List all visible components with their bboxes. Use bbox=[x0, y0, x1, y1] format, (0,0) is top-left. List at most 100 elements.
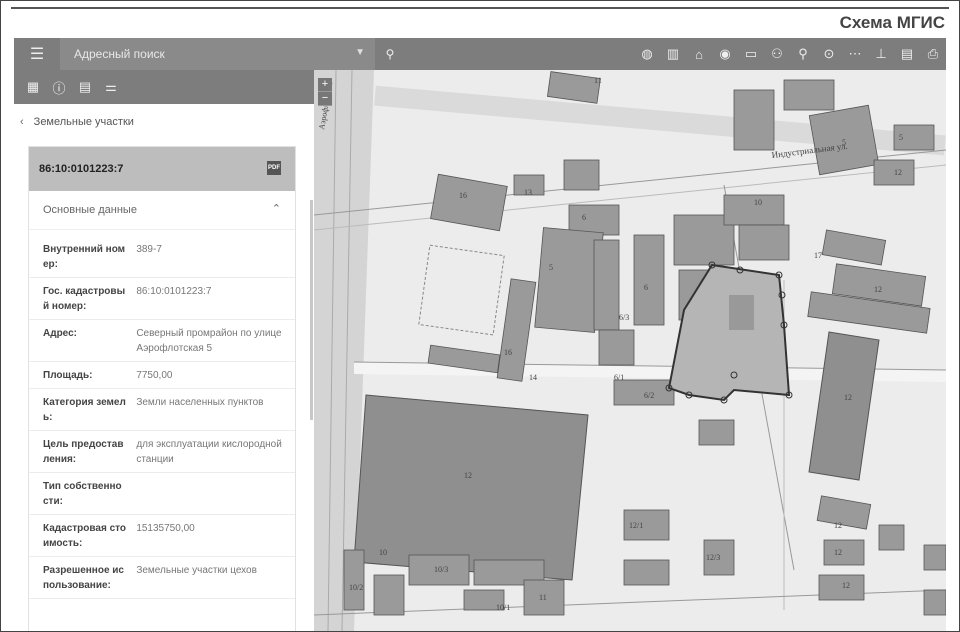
attribute-row: Категория земель: Земли населенных пункто… bbox=[29, 389, 295, 431]
svg-text:11: 11 bbox=[594, 76, 602, 85]
list-icon[interactable]: ▤ bbox=[72, 79, 98, 95]
attribute-row: Гос. кадастровый номер: 86:10:0101223:7 bbox=[29, 278, 295, 320]
svg-text:12/3: 12/3 bbox=[706, 553, 720, 562]
pdf-export-icon[interactable]: PDF bbox=[267, 161, 281, 175]
attribute-row: Площадь: 7750,00 bbox=[29, 362, 295, 389]
chevron-up-icon[interactable]: ⌃ bbox=[272, 202, 281, 215]
back-arrow-icon[interactable]: ‹ bbox=[20, 116, 24, 128]
svg-text:14: 14 bbox=[529, 373, 537, 382]
image-caption: Схема МГИС bbox=[839, 13, 945, 32]
attribute-value: для эксплуатации кислородной станции bbox=[136, 439, 282, 465]
attribute-row: Внутренний номер: 389-7 bbox=[29, 236, 295, 278]
info-icon[interactable]: ⓘ bbox=[46, 78, 72, 97]
attribute-key: Разрешенное использование: bbox=[43, 565, 124, 591]
svg-text:6: 6 bbox=[644, 283, 648, 292]
attribute-key: Внутренний номер: bbox=[43, 244, 126, 270]
attribute-key: Тип собственности: bbox=[43, 481, 122, 507]
svg-text:12: 12 bbox=[842, 581, 850, 590]
grid-icon[interactable]: ▦ bbox=[20, 79, 46, 95]
pin-icon[interactable]: ⚲ bbox=[790, 46, 816, 62]
attribute-key: Кадастровая стоимость: bbox=[43, 523, 126, 549]
person-pin-icon[interactable]: ◉ bbox=[712, 46, 738, 62]
zoom-in-button[interactable]: + bbox=[318, 78, 332, 92]
svg-text:13: 13 bbox=[524, 188, 532, 197]
attribute-rows: Внутренний номер: 389-7 Гос. кадастровый … bbox=[29, 230, 295, 599]
sidebar-scrollbar[interactable] bbox=[310, 200, 313, 420]
attribute-value: 15135750,00 bbox=[136, 523, 195, 534]
map-canvas[interactable]: Индустриальная ул. Аэрофлотская 121212 1… bbox=[314, 70, 946, 631]
svg-text:10/1: 10/1 bbox=[496, 603, 510, 612]
svg-text:10/2: 10/2 bbox=[349, 583, 363, 592]
svg-text:12/1: 12/1 bbox=[629, 521, 643, 530]
svg-text:12: 12 bbox=[834, 548, 842, 557]
zoom-controls: + − bbox=[318, 78, 332, 106]
pdf-icon[interactable]: ▤ bbox=[894, 46, 920, 62]
attribute-row: Кадастровая стоимость: 15135750,00 bbox=[29, 515, 295, 557]
svg-text:6/2: 6/2 bbox=[644, 391, 654, 400]
svg-text:10/3: 10/3 bbox=[434, 565, 448, 574]
svg-text:5: 5 bbox=[899, 133, 903, 142]
address-search[interactable]: ▼ bbox=[60, 38, 375, 70]
sliders-icon[interactable]: ⚌ bbox=[98, 79, 124, 95]
buildings-icon[interactable]: ▥ bbox=[660, 46, 686, 62]
parcel-card: 86:10:0101223:7 PDF Основные данные ⌃ Вн… bbox=[28, 146, 296, 631]
svg-text:11: 11 bbox=[539, 593, 547, 602]
attribute-row: Разрешенное использование: Земельные учас… bbox=[29, 557, 295, 599]
svg-text:16: 16 bbox=[459, 191, 467, 200]
map-view[interactable]: Индустриальная ул. Аэрофлотская 121212 1… bbox=[314, 70, 946, 631]
svg-text:5: 5 bbox=[842, 138, 846, 147]
search-icon[interactable]: ⚲ bbox=[375, 47, 405, 61]
menu-icon[interactable]: ☰ bbox=[14, 38, 60, 70]
breadcrumb: ‹ Земельные участки bbox=[14, 108, 314, 136]
svg-text:17: 17 bbox=[814, 251, 822, 260]
top-toolbar: ☰ ▼ ⚲ ◍ ▥ ⌂ ◉ ▭ ⚇ ⚲ ⊙ ⋯ ⊥ ▤ ⎙ bbox=[14, 38, 946, 70]
top-rule bbox=[11, 7, 949, 9]
zoom-out-button[interactable]: − bbox=[318, 92, 332, 106]
attribute-value: Северный промрайон по улице Аэрофлотская… bbox=[136, 328, 282, 354]
parcel-card-header: 86:10:0101223:7 PDF bbox=[29, 147, 295, 191]
attribute-key: Гос. кадастровый номер: bbox=[43, 286, 126, 312]
ruler-icon[interactable]: ⊥ bbox=[868, 46, 894, 62]
search-dropdown-icon[interactable]: ▼ bbox=[355, 47, 365, 58]
screenshot-frame: Схема МГИС ☰ ▼ ⚲ ◍ ▥ ⌂ ◉ ▭ ⚇ ⚲ ⊙ ⋯ ⊥ ▤ ⎙… bbox=[0, 0, 960, 632]
svg-text:6/3: 6/3 bbox=[619, 313, 629, 322]
svg-text:12: 12 bbox=[894, 168, 902, 177]
svg-text:12: 12 bbox=[464, 471, 472, 480]
parcel-id: 86:10:0101223:7 bbox=[39, 163, 124, 175]
svg-text:16: 16 bbox=[504, 348, 512, 357]
people-icon[interactable]: ⚇ bbox=[764, 46, 790, 62]
sidebar-tabs: ▦ ⓘ ▤ ⚌ bbox=[14, 70, 314, 104]
attribute-key: Категория земель: bbox=[43, 397, 126, 423]
attribute-row: Тип собственности: bbox=[29, 473, 295, 515]
attribute-value: Земли населенных пунктов bbox=[136, 397, 264, 408]
target-icon[interactable]: ⊙ bbox=[816, 46, 842, 62]
attribute-key: Площадь: bbox=[43, 370, 93, 381]
svg-text:10: 10 bbox=[379, 548, 387, 557]
attribute-key: Цель предоставления: bbox=[43, 439, 124, 465]
attribute-value: 389-7 bbox=[136, 244, 162, 255]
svg-text:12: 12 bbox=[834, 521, 842, 530]
svg-text:5: 5 bbox=[549, 263, 553, 272]
svg-text:6/1: 6/1 bbox=[614, 373, 624, 382]
address-search-input[interactable] bbox=[72, 46, 316, 62]
attribute-row: Адрес: Северный промрайон по улице Аэрофл… bbox=[29, 320, 295, 362]
attribute-value: Земельные участки цехов bbox=[136, 565, 257, 576]
svg-text:6: 6 bbox=[582, 213, 586, 222]
section-header[interactable]: Основные данные ⌃ bbox=[29, 191, 295, 230]
home-icon[interactable]: ⌂ bbox=[686, 47, 712, 62]
attribute-key: Адрес: bbox=[43, 328, 77, 339]
svg-text:12: 12 bbox=[874, 285, 882, 294]
attribute-value bbox=[126, 479, 295, 509]
svg-text:10: 10 bbox=[754, 198, 762, 207]
map-tools: ◍ ▥ ⌂ ◉ ▭ ⚇ ⚲ ⊙ ⋯ ⊥ ▤ ⎙ bbox=[634, 46, 946, 62]
section-title: Основные данные bbox=[43, 204, 137, 216]
car-icon[interactable]: ▭ bbox=[738, 46, 764, 62]
info-sidebar: ▦ ⓘ ▤ ⚌ ‹ Земельные участки 86:10:010122… bbox=[14, 70, 315, 631]
print-icon[interactable]: ⎙ bbox=[920, 46, 946, 62]
svg-text:12: 12 bbox=[844, 393, 852, 402]
breadcrumb-label[interactable]: Земельные участки bbox=[34, 116, 134, 128]
globe-icon[interactable]: ◍ bbox=[634, 46, 660, 62]
attribute-row: Цель предоставления: для эксплуатации кис… bbox=[29, 431, 295, 473]
attribute-value: 7750,00 bbox=[136, 370, 173, 381]
dots-icon[interactable]: ⋯ bbox=[842, 46, 868, 62]
